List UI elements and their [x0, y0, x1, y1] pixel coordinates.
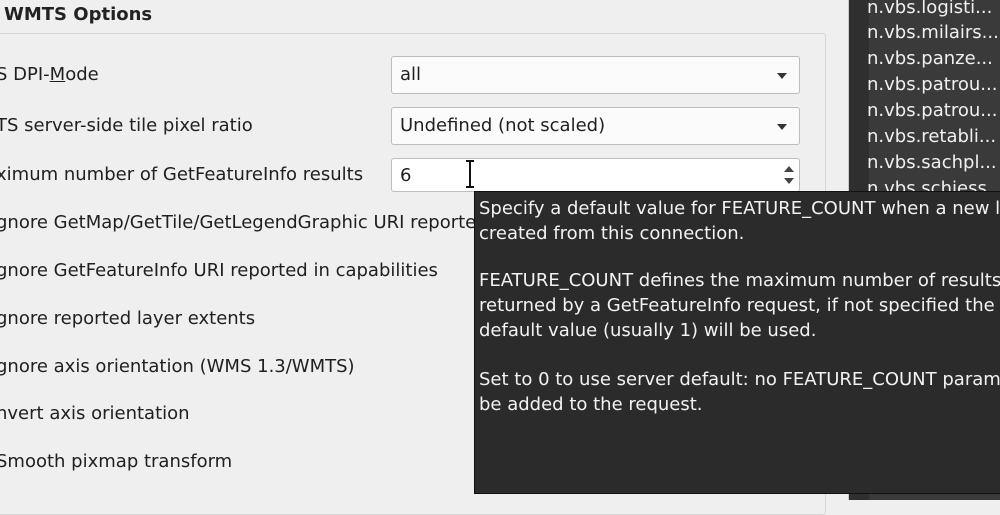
tooltip-line: be added to the request. [479, 394, 703, 415]
tooltip-line: FEATURE_COUNT defines the maximum number… [479, 270, 1000, 291]
dpi-mode-label: S DPI-Mode [0, 64, 99, 85]
tooltip-line: Set to 0 to use server default: no FEATU… [479, 369, 1000, 390]
list-item[interactable]: n.vbs.milairs... [867, 22, 999, 43]
feature-count-spinbox[interactable]: 6 [391, 158, 800, 192]
ignore-extents-checkbox[interactable]: gnore reported layer extents [0, 308, 255, 329]
spin-up-icon[interactable] [784, 166, 794, 172]
smooth-pixmap-checkbox[interactable]: Smooth pixmap transform [0, 451, 232, 472]
dpi-mode-combo[interactable]: all [391, 56, 800, 94]
tile-ratio-combo[interactable]: Undefined (not scaled) [391, 107, 800, 145]
ignore-getfeatureinfo-checkbox[interactable]: gnore GetFeatureInfo URI reported in cap… [0, 260, 438, 281]
list-item[interactable]: n.vbs.panze... [867, 48, 993, 69]
dpi-mode-label-mnemonic: M [49, 64, 66, 85]
feature-count-label: ximum number of GetFeatureInfo results [0, 164, 364, 185]
tile-ratio-label: TS server-side tile pixel ratio [0, 115, 253, 136]
tile-ratio-value: Undefined (not scaled) [400, 115, 606, 136]
tooltip-line: created from this connection. [479, 223, 745, 244]
chevron-down-icon [777, 124, 787, 130]
list-item[interactable]: n.vbs.logisti... [867, 0, 992, 18]
list-item[interactable]: n.vbs.patrou... [867, 100, 997, 121]
group-title: WMTS Options [4, 4, 153, 25]
list-item[interactable]: n.vbs.retabli... [867, 126, 996, 147]
list-item[interactable]: n.vbs.patrou... [867, 74, 997, 95]
ignore-axis-checkbox[interactable]: gnore axis orientation (WMS 1.3/WMTS) [0, 356, 355, 377]
tooltip-line: default value (usually 1) will be used. [479, 320, 817, 341]
ibeam-bottom [466, 186, 474, 188]
ignore-getmap-checkbox[interactable]: gnore GetMap/GetTile/GetLegendGraphic UR… [0, 212, 476, 233]
feature-count-value: 6 [400, 165, 412, 186]
dpi-mode-label-pre: S DPI- [0, 64, 50, 85]
tooltip-line: returned by a GetFeatureInfo request, if… [479, 295, 1000, 316]
list-item[interactable]: n.vbs.sachpl... [867, 152, 997, 173]
dpi-mode-value: all [400, 64, 422, 85]
ibeam-stem [469, 162, 471, 186]
tooltip-line: Specify a default value for FEATURE_COUN… [479, 198, 1000, 219]
chevron-down-icon [777, 73, 787, 79]
spin-buttons[interactable] [779, 159, 799, 191]
text-cursor-icon [466, 160, 474, 188]
spin-down-icon[interactable] [784, 178, 794, 184]
dpi-mode-label-post: ode [65, 64, 99, 85]
feature-count-tooltip: Specify a default value for FEATURE_COUN… [474, 191, 1000, 494]
invert-axis-checkbox[interactable]: nvert axis orientation [0, 403, 190, 424]
